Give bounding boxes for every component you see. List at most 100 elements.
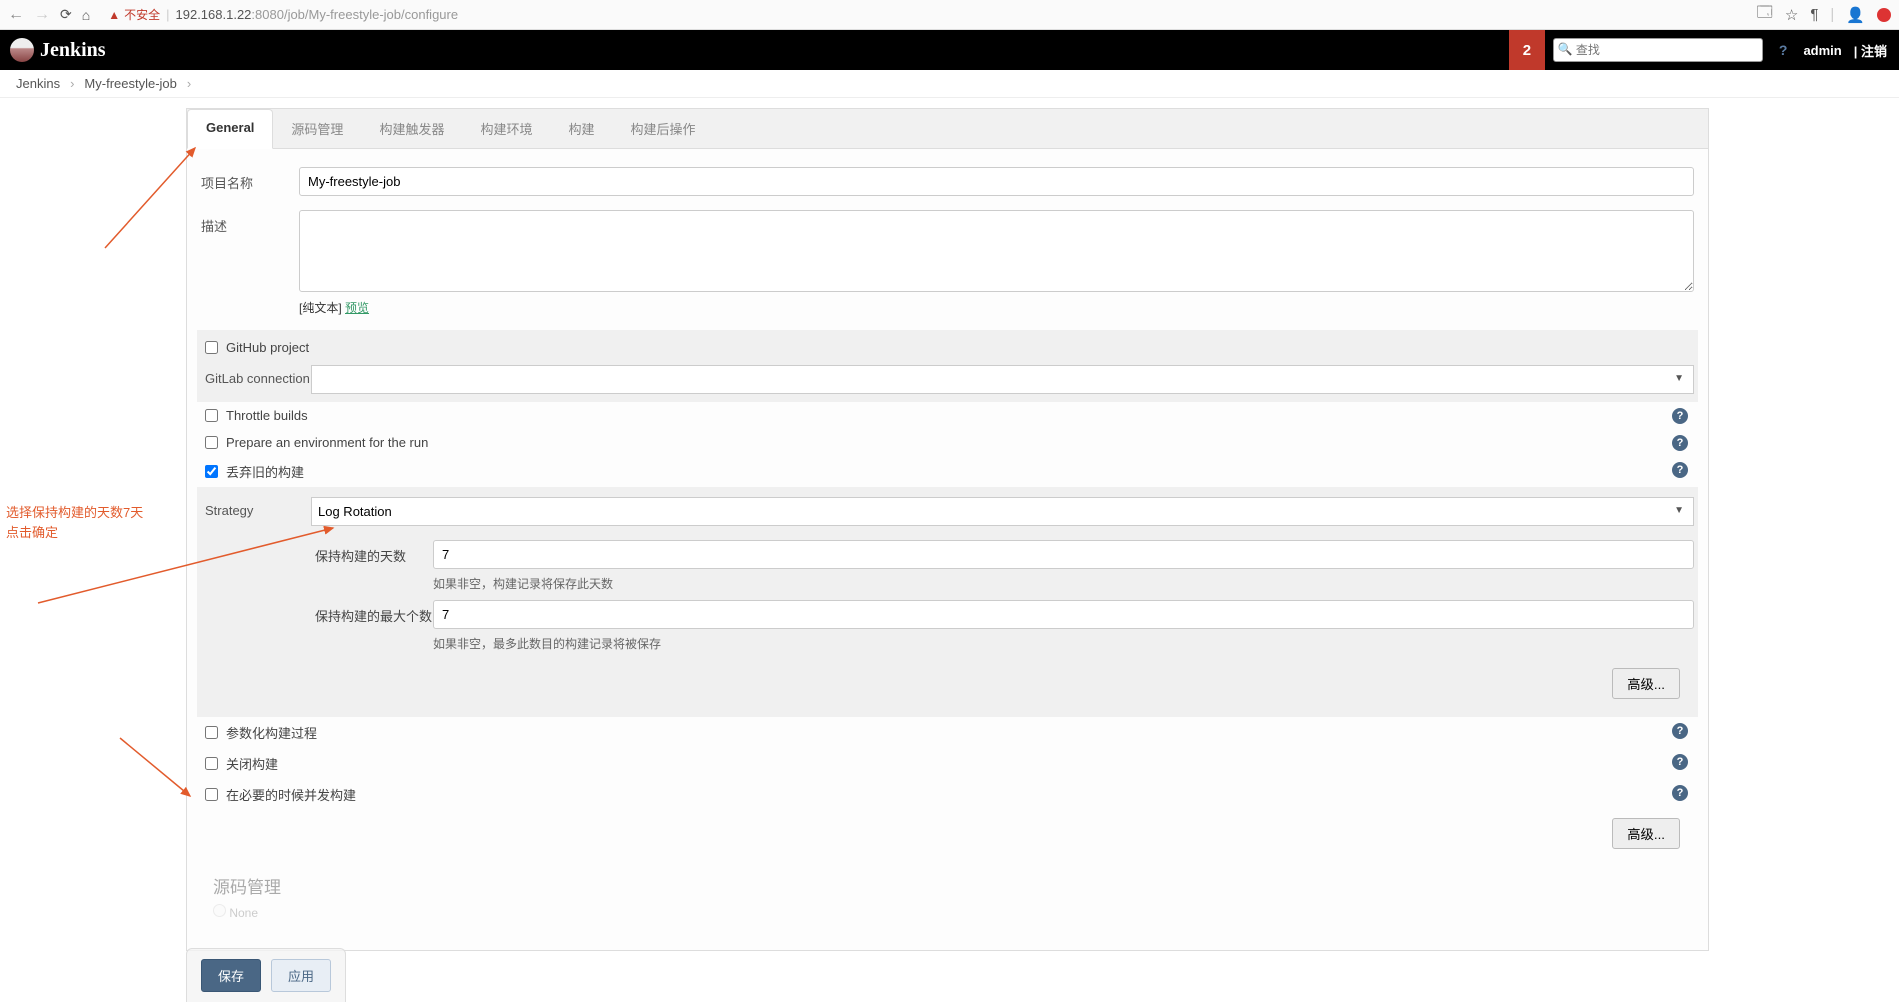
brand-text: Jenkins <box>40 39 106 62</box>
url-text: 192.168.1.22:8080/job/My-freestyle-job/c… <box>176 7 459 22</box>
row-github-project: GitHub project <box>201 334 1694 361</box>
star-icon[interactable]: ☆ <box>1785 6 1798 24</box>
home-icon[interactable]: ⌂ <box>82 7 90 23</box>
disable-build-checkbox[interactable] <box>205 757 218 770</box>
strategy-nested: 保持构建的天数 如果非空，构建记录将保存此天数 保持构建的最大个数 如果非空，最… <box>315 540 1694 652</box>
scm-none-option: None <box>201 900 1694 932</box>
github-project-label: GitHub project <box>226 340 309 355</box>
strategy-select[interactable]: Log Rotation <box>311 497 1694 526</box>
row-max: 保持构建的最大个数 如果非空，最多此数目的构建记录将被保存 <box>315 600 1694 652</box>
max-hint: 如果非空，最多此数目的构建记录将被保存 <box>433 635 1694 652</box>
footer-bar: 保存 应用 <box>186 948 346 1002</box>
jenkins-face-icon <box>10 38 34 62</box>
tabs: General 源码管理 构建触发器 构建环境 构建 构建后操作 <box>187 109 1708 149</box>
gitlab-conn-select[interactable] <box>311 365 1694 394</box>
browser-right-icons: 🗔 ☆ ¶ | 👤 <box>1757 2 1891 27</box>
discard-old-checkbox[interactable] <box>205 465 218 478</box>
forward-icon[interactable]: → <box>34 6 50 24</box>
discard-old-label: 丢弃旧的构建 <box>226 462 304 481</box>
row-strategy: Strategy Log Rotation <box>205 497 1694 526</box>
jenkins-logo[interactable]: Jenkins <box>0 38 116 62</box>
row-gitlab-conn: GitLab connection <box>205 365 1694 394</box>
help-icon[interactable]: ? <box>1672 723 1688 739</box>
preview-link[interactable]: 预览 <box>345 301 369 315</box>
description-textarea[interactable] <box>299 210 1694 292</box>
prepare-env-label: Prepare an environment for the run <box>226 435 428 450</box>
max-label: 保持构建的最大个数 <box>315 600 433 625</box>
tab-general[interactable]: General <box>187 109 273 149</box>
help-icon[interactable]: ? <box>1672 785 1688 801</box>
tab-env[interactable]: 构建环境 <box>462 109 550 148</box>
gitlab-conn-label: GitLab connection <box>205 365 311 386</box>
browser-toolbar: ← → ⟳ ⌂ ▲ 不安全 | 192.168.1.22:8080/job/My… <box>0 0 1899 30</box>
search-icon: 🔍 <box>1558 42 1573 56</box>
row-concurrent: 在必要的时候并发构建 ? <box>201 779 1694 810</box>
project-name-input[interactable] <box>299 167 1694 196</box>
translate-icon[interactable]: 🗔 <box>1757 2 1773 27</box>
config-panel: General 源码管理 构建触发器 构建环境 构建 构建后操作 项目名称 描述… <box>186 108 1709 951</box>
param-build-checkbox[interactable] <box>205 726 218 739</box>
help-icon[interactable]: ? <box>1672 435 1688 451</box>
row-throttle: Throttle builds ? <box>201 402 1694 429</box>
throttle-label: Throttle builds <box>226 408 308 423</box>
insecure-label: 不安全 <box>124 6 160 23</box>
row-param-build: 参数化构建过程 ? <box>201 717 1694 748</box>
advanced-row-2: 高级... <box>201 810 1694 857</box>
scm-section-header: 源码管理 <box>201 867 1694 900</box>
crumb-root[interactable]: Jenkins <box>10 76 66 91</box>
pilcrow-icon[interactable]: ¶ <box>1810 6 1818 23</box>
row-description: 描述 [纯文本] 预览 <box>201 210 1694 316</box>
help-icon[interactable]: ? <box>1779 42 1788 58</box>
chevron-right-icon: › <box>187 76 191 91</box>
crumb-job[interactable]: My-freestyle-job <box>78 76 182 91</box>
help-icon[interactable]: ? <box>1672 462 1688 478</box>
row-disable-build: 关闭构建 ? <box>201 748 1694 779</box>
concurrent-label: 在必要的时候并发构建 <box>226 785 356 804</box>
row-prepare-env: Prepare an environment for the run ? <box>201 429 1694 456</box>
project-name-label: 项目名称 <box>201 167 299 192</box>
advanced-button[interactable]: 高级... <box>1612 668 1680 699</box>
days-hint: 如果非空，构建记录将保存此天数 <box>433 575 1694 592</box>
github-project-checkbox[interactable] <box>205 341 218 354</box>
annotation-text: 选择保持构建的天数7天 点击确定 <box>6 503 143 542</box>
prepare-env-checkbox[interactable] <box>205 436 218 449</box>
disable-build-label: 关闭构建 <box>226 754 278 773</box>
logout-link[interactable]: | 注销 <box>1854 41 1887 60</box>
reload-icon[interactable]: ⟳ <box>60 6 72 23</box>
concurrent-checkbox[interactable] <box>205 788 218 801</box>
row-project-name: 项目名称 <box>201 167 1694 196</box>
days-input[interactable] <box>433 540 1694 569</box>
form-area: 项目名称 描述 [纯文本] 预览 GitHub project GitLab c… <box>187 149 1708 950</box>
insecure-badge: ▲ 不安全 <box>108 6 160 23</box>
breadcrumb: Jenkins › My-freestyle-job › <box>0 70 1899 98</box>
advanced-button[interactable]: 高级... <box>1612 818 1680 849</box>
notification-badge[interactable]: 2 <box>1509 30 1545 70</box>
help-icon[interactable]: ? <box>1672 754 1688 770</box>
row-days: 保持构建的天数 如果非空，构建记录将保存此天数 <box>315 540 1694 592</box>
throttle-checkbox[interactable] <box>205 409 218 422</box>
advanced-row-1: 高级... <box>201 660 1694 707</box>
tab-build[interactable]: 构建 <box>550 109 612 148</box>
user-link[interactable]: admin <box>1803 43 1841 58</box>
back-icon[interactable]: ← <box>8 6 24 24</box>
tab-post[interactable]: 构建后操作 <box>612 109 713 148</box>
days-label: 保持构建的天数 <box>315 540 433 565</box>
search-input[interactable] <box>1553 38 1763 62</box>
description-hint: [纯文本] 预览 <box>299 299 1694 316</box>
description-label: 描述 <box>201 210 299 235</box>
warning-icon: ▲ <box>108 8 120 22</box>
row-discard-old: 丢弃旧的构建 ? <box>201 456 1694 487</box>
help-icon[interactable]: ? <box>1672 408 1688 424</box>
jenkins-header: Jenkins 2 🔍 ? admin | 注销 <box>0 30 1899 70</box>
tab-scm[interactable]: 源码管理 <box>273 109 361 148</box>
url-bar[interactable]: ▲ 不安全 | 192.168.1.22:8080/job/My-freesty… <box>100 6 1746 23</box>
apply-button[interactable]: 应用 <box>271 959 331 992</box>
param-build-label: 参数化构建过程 <box>226 723 317 742</box>
status-dot-icon[interactable] <box>1877 8 1891 22</box>
search-box: 🔍 <box>1553 38 1763 62</box>
tab-triggers[interactable]: 构建触发器 <box>361 109 462 148</box>
profile-icon[interactable]: 👤 <box>1846 6 1865 24</box>
max-input[interactable] <box>433 600 1694 629</box>
save-button[interactable]: 保存 <box>201 959 261 992</box>
strategy-label: Strategy <box>205 497 311 518</box>
